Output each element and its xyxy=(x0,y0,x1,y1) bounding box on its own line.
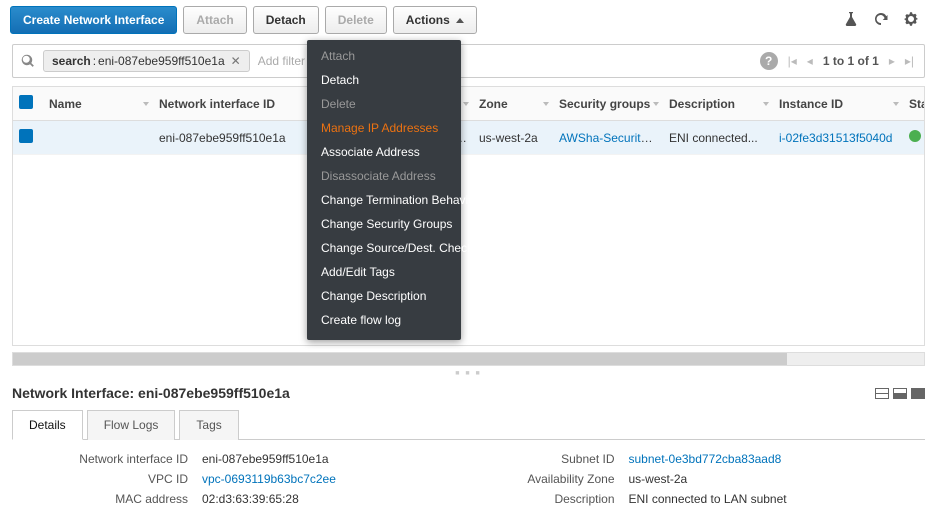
page-prev-icon: ◂ xyxy=(807,54,813,68)
menu-change-source-dest[interactable]: Change Source/Dest. Check xyxy=(307,236,461,260)
cell-name xyxy=(43,121,153,155)
label-desc: Description xyxy=(469,492,629,506)
label-vpc: VPC ID xyxy=(42,472,202,486)
label-az: Availability Zone xyxy=(469,472,629,486)
col-zone[interactable]: Zone xyxy=(473,87,553,121)
gear-icon[interactable] xyxy=(903,11,919,30)
caret-up-icon xyxy=(456,18,464,23)
label-subnet: Subnet ID xyxy=(469,452,629,466)
eni-table: Name Network interface ID ID Zone Securi… xyxy=(12,86,925,346)
layout-icons xyxy=(875,388,925,399)
label-mac: MAC address xyxy=(42,492,202,506)
details-tabs: Details Flow Logs Tags xyxy=(12,409,925,440)
pager-text: 1 to 1 of 1 xyxy=(823,54,879,68)
create-network-interface-button[interactable]: Create Network Interface xyxy=(10,6,177,34)
delete-button: Delete xyxy=(325,6,387,34)
menu-disassociate-address: Disassociate Address xyxy=(307,164,461,188)
label-eni: Network interface ID xyxy=(42,452,202,466)
menu-create-flow-log[interactable]: Create flow log xyxy=(307,308,461,332)
status-dot-icon xyxy=(909,130,921,142)
value-subnet[interactable]: subnet-0e3bd772cba83aad8 xyxy=(629,452,896,466)
actions-button-label: Actions xyxy=(406,13,450,27)
menu-delete: Delete xyxy=(307,92,461,116)
select-all-checkbox[interactable] xyxy=(19,95,33,109)
cell-zone: us-west-2a xyxy=(473,121,553,155)
value-eni: eni-087ebe959ff510e1a xyxy=(202,452,469,466)
page-next-icon: ▸ xyxy=(889,54,895,68)
tab-details[interactable]: Details xyxy=(12,410,83,440)
page-last-icon: ▸| xyxy=(905,54,914,68)
menu-change-security-groups[interactable]: Change Security Groups xyxy=(307,212,461,236)
table-row[interactable]: eni-087ebe959ff510e1a 0693119b... us-wes… xyxy=(13,121,925,155)
actions-dropdown-menu: Attach Detach Delete Manage IP Addresses… xyxy=(307,40,461,340)
row-checkbox[interactable] xyxy=(19,129,33,143)
value-mac: 02:d3:63:39:65:28 xyxy=(202,492,469,506)
tab-flow-logs[interactable]: Flow Logs xyxy=(87,410,176,440)
search-filter-pill[interactable]: search : eni-087ebe959ff510e1a ✕ xyxy=(43,50,250,72)
actions-button[interactable]: Actions xyxy=(393,6,477,34)
col-desc[interactable]: Description xyxy=(663,87,773,121)
details-title: Network Interface: eni-087ebe959ff510e1a xyxy=(12,385,290,401)
cell-status xyxy=(903,121,925,155)
col-status[interactable]: Sta xyxy=(903,87,925,121)
cell-desc: ENI connected... xyxy=(663,121,773,155)
value-desc: ENI connected to LAN subnet xyxy=(629,492,896,506)
help-icon[interactable]: ? xyxy=(760,52,778,70)
menu-manage-ip-addresses[interactable]: Manage IP Addresses xyxy=(307,116,461,140)
remove-filter-icon[interactable]: ✕ xyxy=(231,54,241,68)
filter-right: ? |◂ ◂ 1 to 1 of 1 ▸ ▸| xyxy=(760,52,924,70)
details-pane: Network Interface: eni-087ebe959ff510e1a… xyxy=(0,381,937,506)
value-az: us-west-2a xyxy=(629,472,896,486)
top-right-icons xyxy=(843,11,927,30)
col-sg[interactable]: Security groups xyxy=(553,87,663,121)
layout-split-icon[interactable] xyxy=(875,388,889,399)
menu-detach[interactable]: Detach xyxy=(307,68,461,92)
details-grid: Network interface ID eni-087ebe959ff510e… xyxy=(12,440,925,506)
cell-sg[interactable]: AWSha-SecurityGr... xyxy=(553,121,663,155)
value-vpc[interactable]: vpc-0693119b63bc7c2ee xyxy=(202,472,469,486)
cell-instance[interactable]: i-02fe3d31513f5040d xyxy=(773,121,903,155)
tab-tags[interactable]: Tags xyxy=(179,410,238,440)
col-instance[interactable]: Instance ID xyxy=(773,87,903,121)
horizontal-scrollbar[interactable] xyxy=(12,352,925,366)
search-icon xyxy=(13,54,43,68)
flask-icon[interactable] xyxy=(843,11,859,30)
attach-button: Attach xyxy=(183,6,246,34)
filter-pill-value: eni-087ebe959ff510e1a xyxy=(98,54,225,68)
menu-attach: Attach xyxy=(307,44,461,68)
filter-pill-key: search xyxy=(52,54,91,68)
menu-change-termination[interactable]: Change Termination Behavior xyxy=(307,188,461,212)
filter-bar: search : eni-087ebe959ff510e1a ✕ Add fil… xyxy=(12,44,925,78)
refresh-icon[interactable] xyxy=(873,11,889,30)
pane-drag-handle[interactable]: ■ ■ ■ xyxy=(0,370,937,377)
detach-button[interactable]: Detach xyxy=(253,6,319,34)
menu-associate-address[interactable]: Associate Address xyxy=(307,140,461,164)
col-name[interactable]: Name xyxy=(43,87,153,121)
menu-add-edit-tags[interactable]: Add/Edit Tags xyxy=(307,260,461,284)
menu-change-description[interactable]: Change Description xyxy=(307,284,461,308)
page-first-icon: |◂ xyxy=(788,54,797,68)
add-filter-input[interactable]: Add filter xyxy=(256,54,305,68)
layout-bottom-icon[interactable] xyxy=(893,388,907,399)
layout-full-icon[interactable] xyxy=(911,388,925,399)
toolbar: Create Network Interface Attach Detach D… xyxy=(0,0,937,44)
scrollbar-thumb[interactable] xyxy=(13,353,787,365)
